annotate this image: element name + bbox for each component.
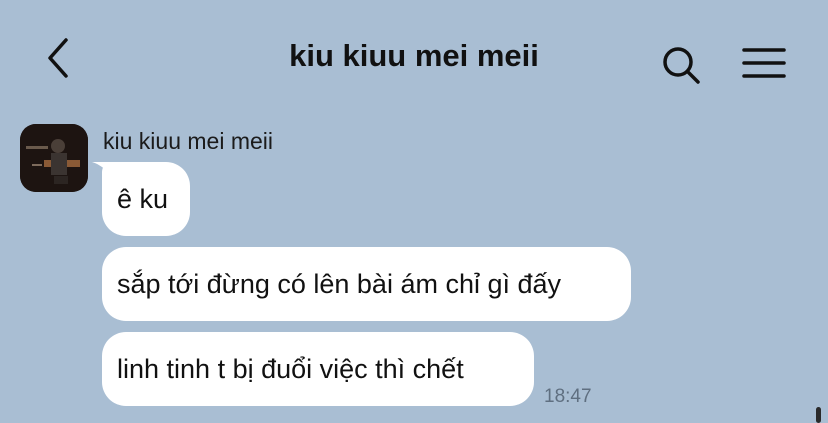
avatar[interactable] [20,124,88,192]
avatar-photo [20,124,88,192]
search-button[interactable] [660,44,704,88]
message-bubble[interactable]: linh tinh t bị đuổi việc thì chết [102,332,534,406]
menu-icon [742,48,786,78]
search-icon [663,47,700,84]
sender-name: kiu kiuu mei meii [103,128,273,154]
message-timestamp: 18:47 [544,386,592,407]
message-bubble[interactable]: sắp tới đừng có lên bài ám chỉ gì đấy [102,247,631,321]
message-bubble[interactable]: ê ku [102,162,190,236]
menu-button[interactable] [740,44,788,84]
chat-header: kiu kiuu mei meii [0,0,828,110]
scrollbar[interactable] [816,407,821,423]
